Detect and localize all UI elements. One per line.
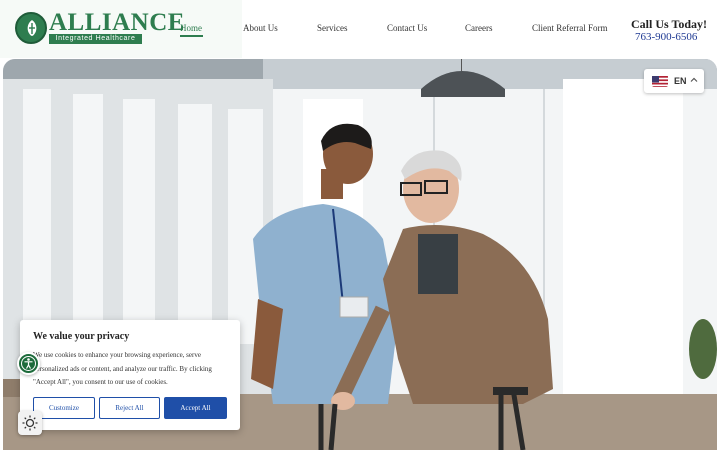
language-code: EN bbox=[674, 76, 687, 86]
nav-active-indicator bbox=[180, 35, 203, 37]
nav-about-us[interactable]: About Us bbox=[243, 22, 278, 34]
call-us-heading: Call Us Today! bbox=[631, 17, 708, 31]
nav-client-referral-form[interactable]: Client Referral Form bbox=[532, 22, 607, 34]
cookie-text: We use cookies to enhance your browsing … bbox=[33, 351, 212, 386]
nav-home[interactable]: Home bbox=[180, 22, 202, 34]
chevron-up-icon bbox=[690, 77, 698, 82]
nav-careers[interactable]: Careers bbox=[465, 22, 492, 34]
logo[interactable]: ALLIANCE Integrated Healthcare bbox=[0, 0, 242, 58]
accessibility-icon[interactable] bbox=[17, 352, 40, 375]
cookie-title: We value your privacy bbox=[33, 331, 130, 342]
logo-emblem-icon bbox=[15, 12, 47, 44]
site-header: ALLIANCE Integrated Healthcare Home Abou… bbox=[0, 0, 720, 58]
logo-title: ALLIANCE bbox=[49, 9, 185, 36]
logo-subtitle: Integrated Healthcare bbox=[49, 34, 142, 44]
cookie-consent-banner: We value your privacy We use cookies to … bbox=[20, 320, 240, 430]
us-flag-icon bbox=[652, 75, 668, 87]
sun-icon[interactable] bbox=[18, 411, 42, 435]
customize-button[interactable]: Customize bbox=[33, 397, 95, 419]
reject-all-button[interactable]: Reject All bbox=[99, 397, 160, 419]
language-switcher[interactable]: EN bbox=[644, 69, 704, 93]
phone-link[interactable]: 763-900-6506 bbox=[635, 31, 697, 44]
accept-all-button[interactable]: Accept All bbox=[164, 397, 227, 419]
nav-services[interactable]: Services bbox=[317, 22, 348, 34]
nav-contact-us[interactable]: Contact Us bbox=[387, 22, 427, 34]
